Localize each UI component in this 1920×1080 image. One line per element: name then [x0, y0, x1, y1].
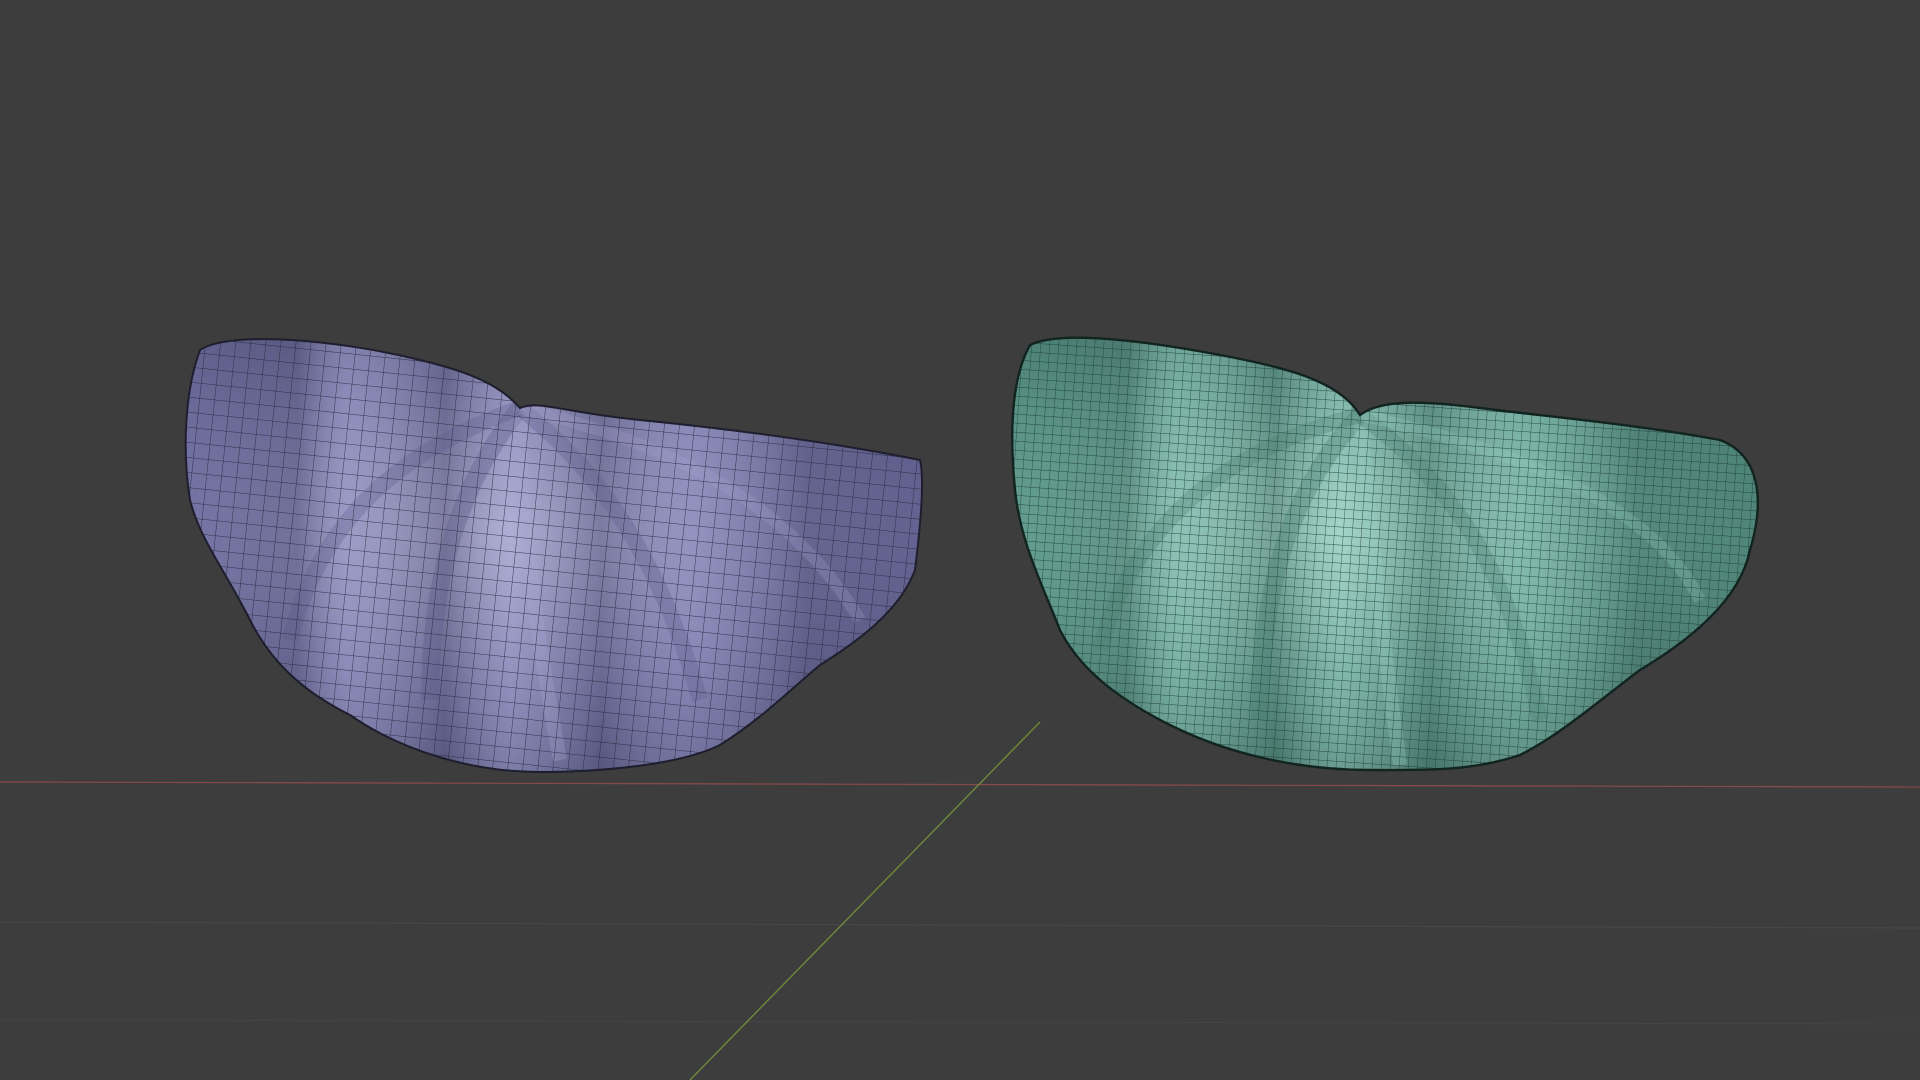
viewport-canvas[interactable] [0, 0, 1920, 1080]
mesh-object-high-density[interactable] [980, 300, 1800, 800]
3d-viewport[interactable] [0, 0, 1920, 1080]
y-axis-line [689, 721, 1041, 1080]
floor-grid [0, 921, 1920, 1025]
mesh-object-low-density[interactable] [150, 300, 970, 800]
x-axis-line [0, 781, 1920, 788]
